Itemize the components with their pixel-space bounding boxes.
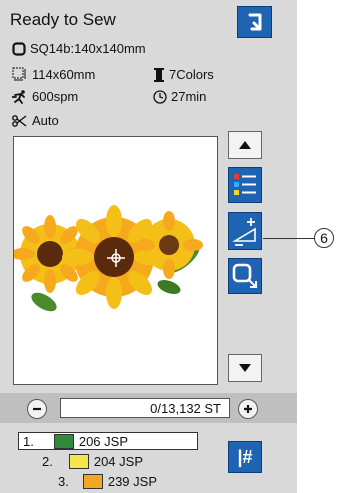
hoop-icon xyxy=(12,41,26,56)
callout-number: 6 xyxy=(314,228,334,248)
color-swatch xyxy=(53,433,74,449)
color-count-info: 7Colors xyxy=(153,67,214,82)
stitch-minus-button[interactable] xyxy=(27,399,47,419)
color-code: 204 JSP xyxy=(93,453,143,469)
back-button[interactable] xyxy=(237,6,272,38)
page-title: Ready to Sew xyxy=(10,10,116,29)
callout-leader-line xyxy=(263,238,315,239)
speed-text: 600spm xyxy=(32,89,79,104)
color-list-icon xyxy=(234,174,256,195)
scroll-up-button[interactable] xyxy=(228,131,262,159)
sunflower-embroidery-image xyxy=(11,205,203,312)
speed-info: 600spm xyxy=(12,89,78,104)
return-arrow-icon xyxy=(248,13,261,31)
color-index: 1. xyxy=(23,433,34,449)
scroll-down-button[interactable] xyxy=(228,354,262,382)
thread-cutter-text: Auto xyxy=(32,113,59,128)
stitch-plus-button[interactable] xyxy=(238,399,258,419)
color-code: 206 JSP xyxy=(78,433,128,449)
color-list-item[interactable]: 2. 204 JSP xyxy=(42,453,143,469)
thread-cutter-info: Auto xyxy=(12,113,59,128)
hoop-size-text: SQ14b:140x140mm xyxy=(30,41,146,56)
color-list-item[interactable]: 3. 239 JSP xyxy=(58,473,157,489)
tension-level-button[interactable] xyxy=(228,212,262,250)
jump-stitch-button[interactable]: |# xyxy=(228,441,262,473)
color-index: 2. xyxy=(42,453,53,469)
time-text: 27min xyxy=(171,89,207,104)
clock-icon xyxy=(153,89,167,104)
stitch-counter-field: 0/13,132 ST xyxy=(60,398,230,418)
time-info: 27min xyxy=(153,89,206,104)
minus-icon xyxy=(33,407,41,411)
design-size-info: 114x60mm xyxy=(12,67,95,82)
color-list-button[interactable] xyxy=(228,167,262,203)
color-list-item[interactable]: 1. 206 JSP xyxy=(18,432,198,450)
color-swatch xyxy=(82,473,103,489)
color-swatch xyxy=(68,453,89,469)
triangle-down-icon xyxy=(239,364,251,372)
tension-adjust-icon xyxy=(232,218,256,246)
running-figure-icon xyxy=(12,89,25,104)
color-count-text: 7Colors xyxy=(169,67,214,82)
color-index: 3. xyxy=(58,473,69,489)
thread-spool-icon xyxy=(154,67,164,82)
scissors-icon xyxy=(12,114,27,127)
design-preview[interactable] xyxy=(11,136,218,385)
design-size-text: 114x60mm xyxy=(32,67,96,82)
hoop-move-button[interactable] xyxy=(228,258,262,294)
plus-icon xyxy=(244,405,252,413)
hoop-move-icon xyxy=(232,263,257,288)
hoop-info: SQ14b:140x140mm xyxy=(12,41,146,56)
color-code: 239 JSP xyxy=(107,473,157,489)
design-size-icon xyxy=(12,67,26,81)
triangle-up-icon xyxy=(239,141,251,149)
